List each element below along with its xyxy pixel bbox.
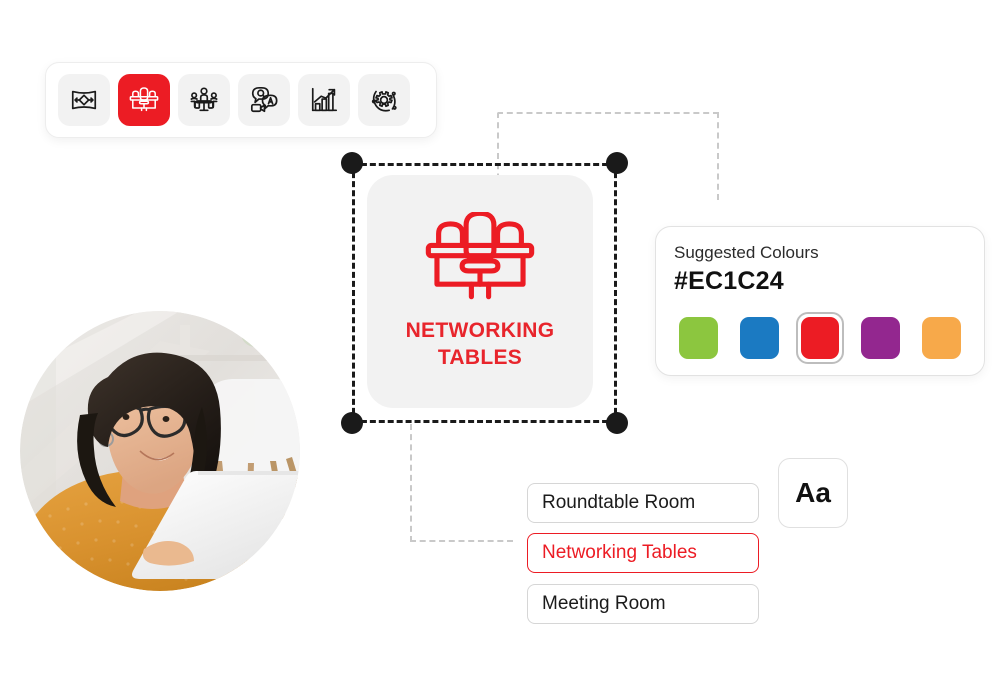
tool-button-growth-chart[interactable] — [298, 74, 350, 126]
growth-chart-icon — [309, 85, 339, 115]
colour-swatch-red[interactable] — [795, 312, 845, 365]
swatch-fill-orange — [922, 317, 961, 360]
user-photo — [20, 311, 300, 591]
stage-perspective-icon — [69, 85, 99, 115]
swatch-fill-blue — [739, 317, 779, 360]
settings-orbit-icon — [369, 85, 399, 115]
name-option-roundtable-room[interactable]: Roundtable Room — [527, 483, 759, 523]
selection-handle-bottom-right[interactable] — [606, 412, 628, 434]
name-option-label: Meeting Room — [542, 593, 666, 614]
networking-tables-icon — [128, 84, 160, 116]
colour-swatch-purple[interactable] — [856, 312, 905, 364]
element-type-toolbar[interactable] — [45, 62, 437, 138]
card-label-line2: TABLES — [437, 345, 523, 369]
tool-button-video-qa[interactable] — [238, 74, 290, 126]
tool-button-stage-perspective[interactable] — [58, 74, 110, 126]
colour-swatch-row — [674, 312, 966, 365]
name-option-label: Networking Tables — [542, 542, 697, 563]
typography-button[interactable]: Aa — [778, 458, 848, 528]
connector-line-bottom — [410, 424, 513, 542]
swatch-fill-green — [679, 317, 718, 360]
name-option-meeting-room[interactable]: Meeting Room — [527, 584, 759, 624]
selection-handle-bottom-left[interactable] — [341, 412, 363, 434]
swatch-fill-red — [800, 317, 840, 360]
name-option-label: Roundtable Room — [542, 492, 696, 513]
selection-handle-top-left[interactable] — [341, 152, 363, 174]
colour-swatch-orange[interactable] — [917, 312, 966, 364]
colour-swatch-blue[interactable] — [735, 312, 784, 364]
tool-button-networking-tables[interactable] — [118, 74, 170, 126]
selection-handle-top-right[interactable] — [606, 152, 628, 174]
networking-tables-icon — [410, 210, 550, 308]
colour-swatch-green[interactable] — [674, 312, 723, 364]
roundtable-meeting-icon — [189, 85, 219, 115]
tool-button-roundtable-meeting[interactable] — [178, 74, 230, 126]
name-option-networking-tables[interactable]: Networking Tables — [527, 533, 759, 573]
swatch-fill-purple — [861, 317, 901, 360]
card-label: NETWORKING TABLES — [406, 318, 555, 372]
card-label-line1: NETWORKING — [405, 318, 555, 342]
tool-button-settings-orbit[interactable] — [358, 74, 410, 126]
panel-title: Suggested Colours — [674, 243, 819, 262]
video-qa-icon — [249, 85, 279, 115]
typography-label: Aa — [795, 477, 831, 508]
selected-colour-hex: #EC1C24 — [674, 267, 784, 296]
selected-element-card[interactable]: NETWORKING TABLES — [367, 175, 593, 408]
canvas-stage: NETWORKING TABLES Suggested Colours #EC1… — [0, 0, 1000, 690]
suggested-colours-panel: Suggested Colours #EC1C24 — [655, 226, 985, 376]
